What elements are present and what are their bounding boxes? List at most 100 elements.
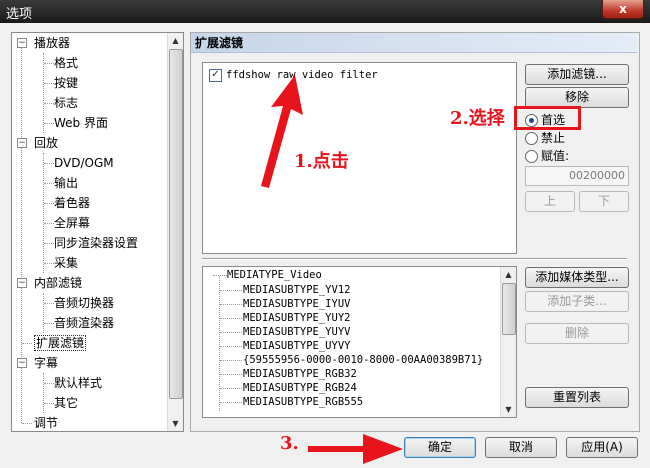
media-subtype-item[interactable]: MEDIASUBTYPE_YUYV bbox=[243, 325, 350, 339]
panel-title: 扩展滤镜 bbox=[191, 33, 637, 53]
tree-item-label: 按键 bbox=[54, 76, 79, 90]
add-subtype-button[interactable]: 添加子类... bbox=[525, 291, 629, 312]
tree-item-logo[interactable]: 标志 bbox=[54, 93, 78, 113]
tree-line bbox=[43, 153, 44, 273]
tree-item-label: 音频切换器 bbox=[54, 296, 115, 310]
window-title: 选项 bbox=[6, 7, 33, 22]
collapse-icon[interactable]: − bbox=[17, 138, 27, 148]
tree-line bbox=[219, 276, 220, 411]
tree-item-web-interface[interactable]: Web 界面 bbox=[54, 113, 108, 133]
tree-item-label: 同步渲染器设置 bbox=[54, 236, 139, 250]
tree-line bbox=[43, 293, 44, 333]
add-media-type-button[interactable]: 添加媒体类型... bbox=[525, 267, 629, 288]
scroll-down-icon[interactable]: ▼ bbox=[168, 416, 183, 431]
tree-item-label: 调节 bbox=[34, 416, 59, 430]
tree-item-label: 输出 bbox=[54, 176, 79, 190]
radio-block[interactable]: 禁止 bbox=[524, 130, 584, 146]
tree-line bbox=[213, 275, 227, 276]
annotation-highlight-box bbox=[514, 106, 581, 130]
tree-item-label: 字幕 bbox=[34, 356, 59, 370]
media-tree-scrollbar[interactable]: ▲ ▼ bbox=[500, 267, 516, 417]
tree-item-label: Web 界面 bbox=[54, 116, 108, 130]
dialog-client: − 播放器 格式 按键 标志 Web 界面 − 回放 DVD/OGM 输出 着色… bbox=[0, 23, 650, 468]
options-tree: − 播放器 格式 按键 标志 Web 界面 − 回放 DVD/OGM 输出 着色… bbox=[11, 32, 184, 432]
tree-item-label: 全屏幕 bbox=[54, 216, 91, 230]
tree-line bbox=[43, 373, 44, 413]
tree-item-label: 回放 bbox=[34, 136, 59, 150]
media-subtype-item[interactable]: MEDIASUBTYPE_IYUV bbox=[243, 297, 350, 311]
tree-item-audio-switcher[interactable]: 音频切换器 bbox=[54, 293, 114, 313]
tree-item-tweaks[interactable]: 调节 bbox=[34, 413, 59, 431]
move-down-button[interactable]: 下 bbox=[579, 191, 629, 212]
collapse-icon[interactable]: − bbox=[17, 38, 27, 48]
collapse-icon[interactable]: − bbox=[17, 358, 27, 368]
media-subtype-item[interactable]: MEDIASUBTYPE_YV12 bbox=[243, 283, 350, 297]
merit-value-field[interactable]: 00200000 bbox=[525, 166, 629, 186]
tree-item-playback[interactable]: − 回放 bbox=[12, 133, 170, 153]
radio-label: 禁止 bbox=[541, 131, 566, 145]
tree-item-label: 其它 bbox=[54, 396, 79, 410]
tree-item-default-style[interactable]: 默认样式 bbox=[54, 373, 102, 393]
tree-item-internal-filters[interactable]: − 内部滤镜 bbox=[12, 273, 170, 293]
tree-item-shaders[interactable]: 着色器 bbox=[54, 193, 90, 213]
tree-content: − 播放器 格式 按键 标志 Web 界面 − 回放 DVD/OGM 输出 着色… bbox=[12, 33, 170, 431]
radio-icon[interactable] bbox=[525, 150, 538, 163]
checkbox-icon[interactable]: ✓ bbox=[209, 69, 222, 82]
tree-item-label: 音频渲染器 bbox=[54, 316, 115, 330]
tree-item-capture[interactable]: 采集 bbox=[54, 253, 78, 273]
media-subtype-item[interactable]: MEDIASUBTYPE_RGB555 bbox=[243, 395, 363, 409]
cancel-button[interactable]: 取消 bbox=[485, 437, 557, 458]
remove-button[interactable]: 移除 bbox=[525, 87, 629, 108]
tree-item-label: 默认样式 bbox=[54, 376, 103, 390]
tree-item-label: 着色器 bbox=[54, 196, 91, 210]
media-subtype-item[interactable]: MEDIASUBTYPE_RGB32 bbox=[243, 367, 357, 381]
tree-item-sync-renderer[interactable]: 同步渲染器设置 bbox=[54, 233, 138, 253]
radio-merit[interactable]: 赋值: bbox=[524, 148, 584, 164]
scrollbar-thumb[interactable] bbox=[502, 283, 516, 335]
tree-item-subtitles[interactable]: − 字幕 bbox=[12, 353, 170, 373]
media-type-tree[interactable]: MEDIATYPE_Video MEDIASUBTYPE_YV12 MEDIAS… bbox=[202, 266, 517, 418]
media-type-root[interactable]: MEDIATYPE_Video bbox=[227, 268, 322, 282]
filter-list[interactable]: ✓ ffdshow raw video filter bbox=[202, 62, 517, 254]
media-subtype-item[interactable]: MEDIASUBTYPE_YUY2 bbox=[243, 311, 350, 325]
annotation-step1: 1.点击 bbox=[294, 151, 349, 172]
close-icon: x bbox=[619, 2, 627, 16]
apply-button[interactable]: 应用(A) bbox=[566, 437, 638, 458]
annotation-step3: 3. bbox=[280, 433, 299, 454]
add-filter-button[interactable]: 添加滤镜... bbox=[525, 64, 629, 85]
media-subtype-item[interactable]: {59555956-0000-0010-8000-00AA00389B71} bbox=[243, 353, 483, 367]
annotation-step2: 2.选择 bbox=[450, 108, 505, 129]
radio-icon[interactable] bbox=[525, 132, 538, 145]
tree-item-output[interactable]: 输出 bbox=[54, 173, 78, 193]
scroll-up-icon[interactable]: ▲ bbox=[501, 267, 516, 282]
tree-item-label: 标志 bbox=[54, 96, 79, 110]
reset-list-button[interactable]: 重置列表 bbox=[525, 387, 629, 408]
media-subtype-item[interactable]: MEDIASUBTYPE_UYVY bbox=[243, 339, 350, 353]
scroll-up-icon[interactable]: ▲ bbox=[168, 33, 183, 48]
tree-item-misc[interactable]: 其它 bbox=[54, 393, 78, 413]
separator bbox=[202, 258, 627, 260]
title-bar: 选项 x bbox=[0, 0, 650, 23]
ok-button[interactable]: 确定 bbox=[404, 437, 476, 458]
tree-item-label: 播放器 bbox=[34, 36, 71, 50]
scrollbar-thumb[interactable] bbox=[169, 49, 183, 399]
media-subtype-item[interactable]: MEDIASUBTYPE_RGB24 bbox=[243, 381, 357, 395]
tree-item-label: 扩展滤镜 bbox=[34, 335, 87, 351]
tree-line bbox=[43, 53, 44, 133]
collapse-icon[interactable]: − bbox=[17, 278, 27, 288]
tree-item-label: 内部滤镜 bbox=[34, 276, 83, 290]
close-button[interactable]: x bbox=[602, 0, 644, 19]
move-up-button[interactable]: 上 bbox=[525, 191, 575, 212]
tree-item-audio-renderer[interactable]: 音频渲染器 bbox=[54, 313, 114, 333]
delete-button[interactable]: 删除 bbox=[525, 323, 629, 344]
tree-scrollbar[interactable]: ▲ ▼ bbox=[167, 33, 183, 431]
tree-item-player[interactable]: − 播放器 bbox=[12, 33, 170, 53]
annotation-arrow-right bbox=[308, 434, 403, 464]
tree-item-formats[interactable]: 格式 bbox=[54, 53, 78, 73]
tree-item-dvd-ogm[interactable]: DVD/OGM bbox=[54, 153, 114, 173]
tree-item-external-filters[interactable]: 扩展滤镜 bbox=[34, 333, 87, 353]
tree-item-label: 采集 bbox=[54, 256, 79, 270]
tree-item-keys[interactable]: 按键 bbox=[54, 73, 78, 93]
scroll-down-icon[interactable]: ▼ bbox=[501, 402, 516, 417]
tree-item-fullscreen[interactable]: 全屏幕 bbox=[54, 213, 90, 233]
